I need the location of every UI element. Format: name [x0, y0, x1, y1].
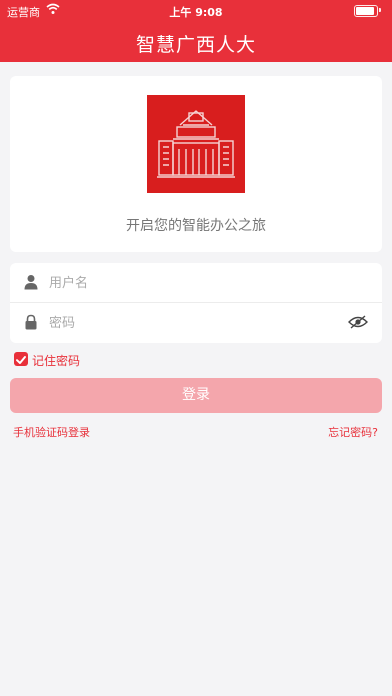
remember-password-label: 记住密码	[32, 354, 81, 368]
status-time: 上午 9:08	[169, 6, 223, 19]
top-bar: 运营商 上午 9:08 智慧广西人大	[0, 0, 392, 62]
password-field	[10, 303, 382, 342]
check-mark-icon	[16, 356, 26, 364]
status-bar: 运营商 上午 9:08	[0, 0, 392, 22]
username-input[interactable]	[47, 271, 341, 295]
password-input[interactable]	[47, 311, 341, 335]
login-button[interactable]: 登录	[10, 378, 382, 413]
building-logo	[147, 95, 245, 193]
user-icon	[24, 275, 38, 290]
lock-icon	[25, 314, 37, 330]
battery-nub	[379, 8, 381, 12]
page-title: 智慧广西人大	[135, 34, 256, 56]
username-field	[10, 263, 382, 303]
logo-card: 开启您的智能办公之旅	[10, 76, 382, 252]
slogan: 开启您的智能办公之旅	[126, 218, 266, 234]
building-logo-icon	[157, 110, 235, 178]
battery-icon	[354, 5, 378, 17]
eye-hidden-icon[interactable]	[348, 315, 368, 329]
forgot-password-link[interactable]: 忘记密码?	[328, 424, 378, 440]
checkbox-checked-icon[interactable]	[14, 352, 28, 366]
sms-login-link[interactable]: 手机验证码登录	[13, 424, 90, 440]
login-form	[10, 263, 382, 343]
battery-level	[356, 7, 374, 15]
